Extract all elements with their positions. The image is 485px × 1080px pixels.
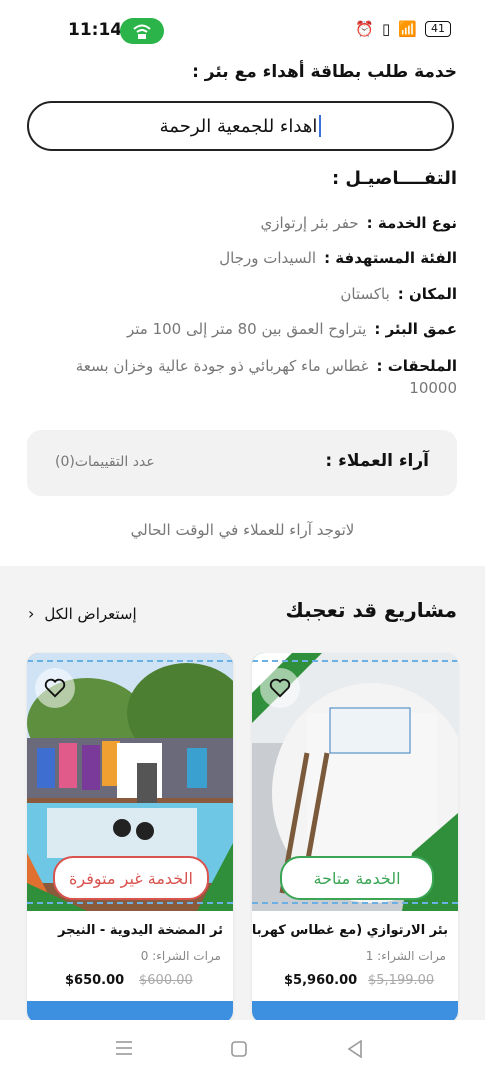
reviews-title: آراء العملاء : <box>325 451 429 471</box>
status-badge: الخدمة متاحة <box>280 856 434 900</box>
detail-value: باكستان <box>340 285 390 303</box>
gift-card-input[interactable]: اهداء للجمعية الرحمة <box>27 101 454 151</box>
reviews-box: آراء العملاء : عدد التقييمات(0) <box>27 430 457 496</box>
detail-row-service-type: نوع الخدمة : حفر بئر إرتوازي <box>261 214 458 232</box>
detail-value: السيدات ورجال <box>219 249 317 267</box>
status-icons: ⏰ ▯ 📶 41 <box>355 20 451 38</box>
detail-label: عمق البئر : <box>374 320 457 338</box>
status-badge: الخدمة غير متوفرة <box>53 856 209 900</box>
project-title: بئر الارتوازي (مع غطاس كهربا... <box>252 923 448 938</box>
wifi-icon <box>120 18 164 44</box>
back-icon[interactable] <box>347 1039 363 1062</box>
alarm-icon: ⏰ <box>355 20 375 38</box>
project-card[interactable]: الخدمة متاحة بئر الارتوازي (مع غطاس كهرب… <box>252 653 458 1023</box>
battery-icon: 41 <box>425 21 451 37</box>
price: $650.00 <box>65 973 125 988</box>
projects-section: مشاريع قد تعجبك › إستعراض الكل الخدمة مت… <box>0 566 485 1026</box>
old-price: $5,199.00 <box>368 973 435 988</box>
purchase-count: مرات الشراء: 1 <box>365 949 446 963</box>
detail-label: نوع الخدمة : <box>366 214 457 232</box>
detail-row-location: المكان : باكستان <box>340 285 457 303</box>
detail-label: المكان : <box>397 285 457 303</box>
status-bar: 11:14 ⏰ ▯ 📶 41 <box>0 0 485 62</box>
detail-label: الفئة المستهدفة : <box>324 249 457 267</box>
text-caret <box>319 115 322 137</box>
view-all-label: إستعراض الكل <box>44 604 137 623</box>
details-title: التفــــاصيـل : <box>331 168 457 189</box>
vibrate-icon: ▯ <box>382 20 391 38</box>
detail-value: حفر بئر إرتوازي <box>260 214 359 232</box>
detail-value: يتراوح العمق بين 80 متر إلى 100 متر <box>126 320 367 338</box>
reviews-count: عدد التقييمات(0) <box>55 454 155 470</box>
system-nav-bar <box>0 1020 485 1080</box>
old-price: $600.00 <box>139 973 193 988</box>
projects-title: مشاريع قد تعجبك <box>285 598 457 622</box>
detail-row-accessories: الملحقات :غطاس ماء كهربائي ذو جودة عالية… <box>27 355 457 399</box>
detail-label: الملحقات : <box>376 357 458 375</box>
price: $5,960.00 <box>284 973 358 988</box>
no-reviews-message: لاتوجد آراء للعملاء في الوقت الحالي <box>130 521 355 539</box>
project-card[interactable]: الخدمة غير متوفرة ئر المضخة اليدوية - ال… <box>27 653 233 1023</box>
view-all-button[interactable]: › إستعراض الكل <box>28 604 137 623</box>
purchase-count: مرات الشراء: 0 <box>140 949 221 963</box>
favorite-heart-icon[interactable] <box>260 668 300 708</box>
detail-row-target-group: الفئة المستهدفة : السيدات ورجال <box>219 249 457 267</box>
gift-card-value: اهداء للجمعية الرحمة <box>159 115 318 137</box>
favorite-heart-icon[interactable] <box>35 668 75 708</box>
menu-icon[interactable] <box>115 1040 133 1060</box>
project-title: ئر المضخة اليدوية - النيجر <box>58 923 223 938</box>
clock: 11:14 <box>68 20 123 40</box>
signal-icon: 📶 <box>398 20 417 38</box>
chevron-right-icon: › <box>28 604 35 623</box>
detail-row-depth: عمق البئر : يتراوح العمق بين 80 متر إلى 1… <box>127 320 457 338</box>
service-heading: خدمة طلب بطاقة أهداء مع بئر : <box>192 62 457 82</box>
home-icon[interactable] <box>231 1041 247 1061</box>
